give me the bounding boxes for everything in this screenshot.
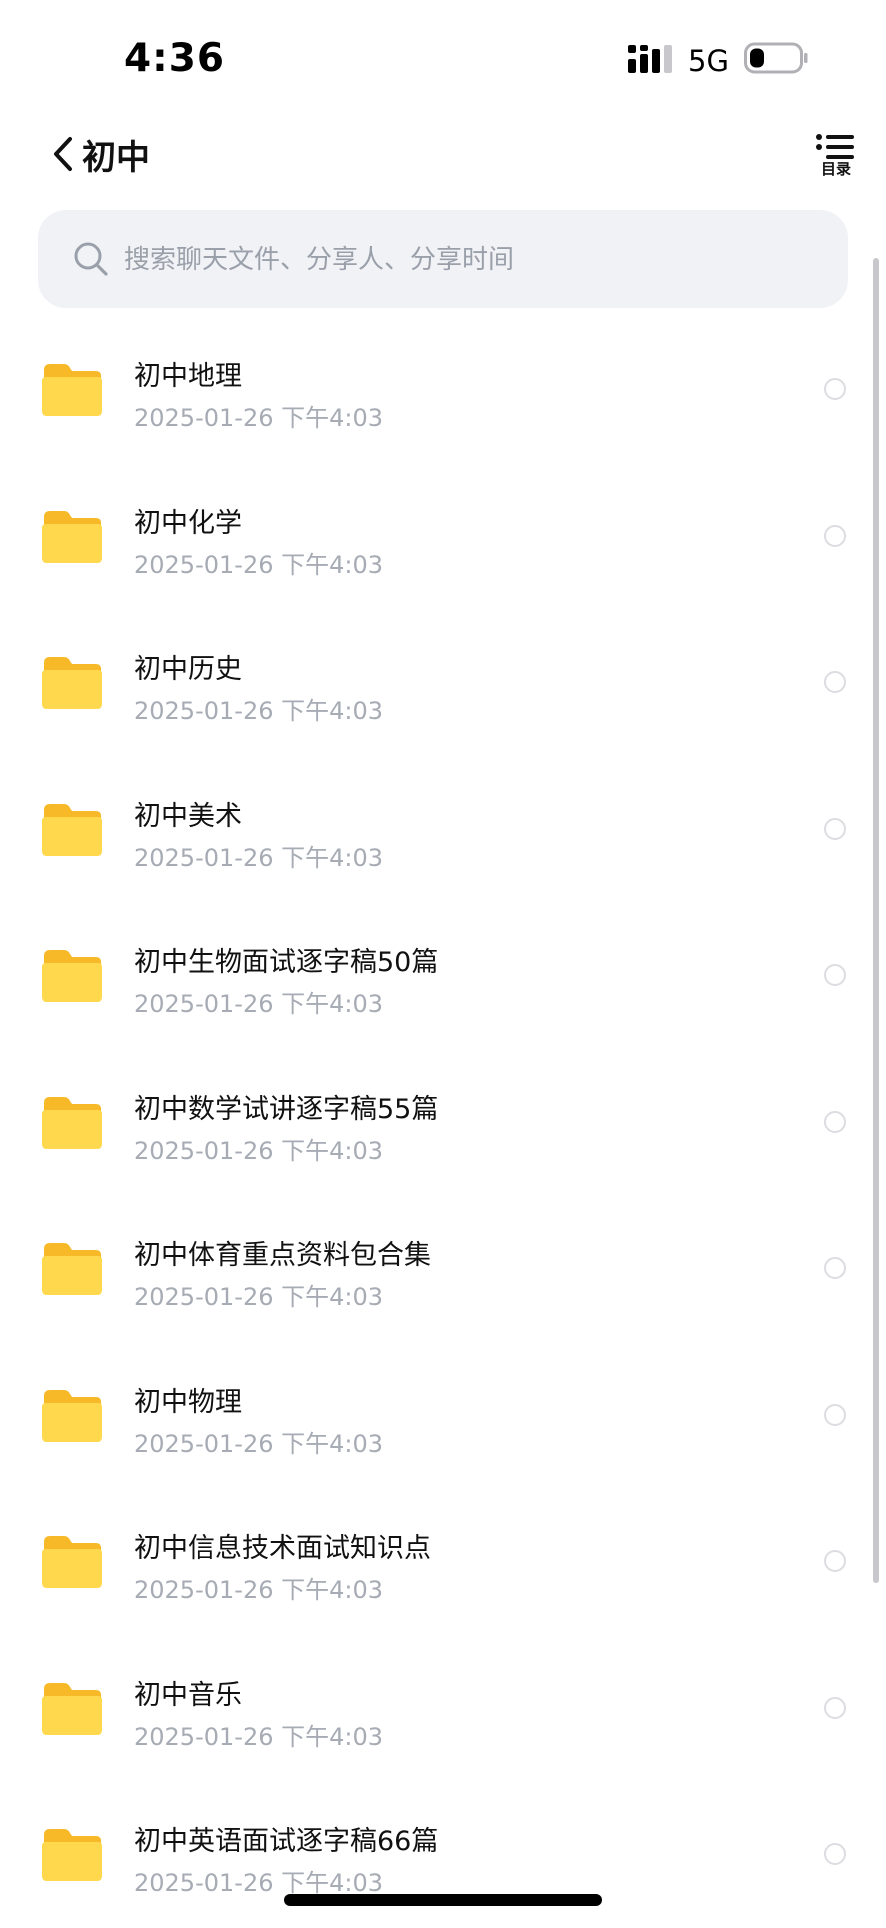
item-name: 初中数学试讲逐字稿55篇	[134, 1093, 439, 1125]
select-radio[interactable]	[824, 1696, 846, 1719]
navigation-header: 初中 目录	[0, 118, 886, 188]
item-date: 2025-01-26 下午4:03	[134, 1136, 383, 1165]
folder-icon	[42, 1829, 102, 1881]
item-date: 2025-01-26 下午4:03	[134, 1869, 383, 1897]
item-name: 初中地理	[134, 361, 242, 392]
folder-icon	[42, 510, 102, 563]
list-icon	[816, 134, 854, 159]
item-date: 2025-01-26 下午4:03	[134, 990, 383, 1018]
item-date: 2025-01-26 下午4:03	[134, 404, 383, 432]
toc-label: 目录	[820, 160, 851, 178]
select-radio[interactable]	[824, 1550, 846, 1572]
folder-icon	[42, 657, 102, 709]
item-name: 初中音乐	[134, 1679, 242, 1711]
item-date: 2025-01-26 下午4:03	[134, 697, 383, 725]
item-name: 初中化学	[134, 507, 242, 539]
item-name: 初中体育重点资料包合集	[134, 1240, 431, 1271]
list-item-3[interactable]: 初中美术 2025-01-26 下午4:03	[0, 756, 886, 903]
folder-icon	[42, 1536, 102, 1588]
select-radio[interactable]	[824, 524, 846, 547]
select-radio[interactable]	[824, 964, 846, 986]
item-date: 2025-01-26 下午4:03	[134, 1429, 383, 1458]
status-time: 4:36	[124, 36, 226, 81]
item-date: 2025-01-26 下午4:03	[134, 550, 383, 579]
select-radio[interactable]	[824, 817, 846, 840]
network-type-label: 5G	[688, 44, 729, 78]
folder-icon	[42, 1389, 102, 1442]
folder-icon	[42, 1682, 102, 1735]
cellular-signal-icon	[628, 45, 672, 73]
list-item-5[interactable]: 初中数学试讲逐字稿55篇 2025-01-26 下午4:03	[0, 1049, 886, 1196]
list-item-9[interactable]: 初中音乐 2025-01-26 下午4:03	[0, 1635, 886, 1782]
scrollbar[interactable]	[873, 258, 879, 1583]
select-radio[interactable]	[824, 1257, 846, 1279]
select-radio[interactable]	[824, 1110, 846, 1133]
list-item-6[interactable]: 初中体育重点资料包合集 2025-01-26 下午4:03	[0, 1195, 886, 1342]
folder-icon	[42, 950, 102, 1002]
item-date: 2025-01-26 下午4:03	[134, 1283, 383, 1311]
back-button[interactable]: 初中	[50, 128, 150, 180]
search-bar[interactable]	[38, 210, 848, 308]
list-item-4[interactable]: 初中生物面试逐字稿50篇 2025-01-26 下午4:03	[0, 902, 886, 1049]
item-name: 初中美术	[134, 800, 242, 832]
select-radio[interactable]	[824, 671, 846, 693]
home-indicator[interactable]	[284, 1894, 602, 1906]
item-name: 初中英语面试逐字稿66篇	[134, 1826, 439, 1857]
status-bar: 4:36 5G	[0, 0, 886, 110]
item-name: 初中信息技术面试知识点	[134, 1533, 431, 1564]
list-item-7[interactable]: 初中物理 2025-01-26 下午4:03	[0, 1342, 886, 1489]
list-item-0[interactable]: 初中地理 2025-01-26 下午4:03	[0, 316, 886, 463]
select-radio[interactable]	[824, 1403, 846, 1426]
list-item-8[interactable]: 初中信息技术面试知识点 2025-01-26 下午4:03	[0, 1488, 886, 1635]
toc-button[interactable]: 目录	[810, 134, 862, 188]
file-list: 初中地理 2025-01-26 下午4:03 初中化学 2025-01-26 下…	[0, 316, 886, 1928]
chevron-left-icon	[54, 137, 72, 171]
list-item-1[interactable]: 初中化学 2025-01-26 下午4:03	[0, 463, 886, 610]
item-date: 2025-01-26 下午4:03	[134, 1576, 383, 1604]
item-name: 初中历史	[134, 654, 242, 685]
folder-icon	[42, 1243, 102, 1295]
battery-icon	[744, 42, 808, 74]
item-name: 初中生物面试逐字稿50篇	[134, 947, 439, 978]
folder-icon	[42, 803, 102, 856]
select-radio[interactable]	[824, 378, 846, 400]
folder-icon	[42, 1096, 102, 1149]
select-radio[interactable]	[824, 1843, 846, 1865]
item-name: 初中物理	[134, 1386, 242, 1418]
item-date: 2025-01-26 下午4:03	[134, 1722, 383, 1751]
list-item-2[interactable]: 初中历史 2025-01-26 下午4:03	[0, 609, 886, 756]
search-icon	[74, 242, 108, 276]
folder-icon	[42, 364, 102, 416]
search-input[interactable]	[122, 234, 806, 286]
item-date: 2025-01-26 下午4:03	[134, 843, 383, 872]
page-title: 初中	[82, 137, 150, 178]
